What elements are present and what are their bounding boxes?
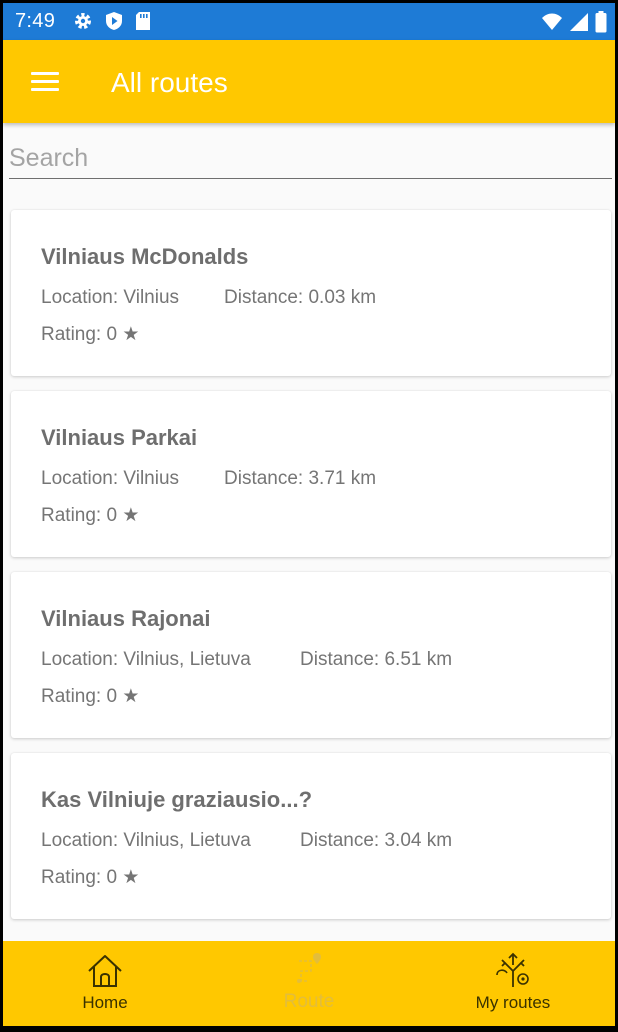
- route-rating: Rating: 0 ★: [41, 686, 140, 707]
- nav-my-routes-label: My routes: [475, 993, 551, 1012]
- nav-home[interactable]: Home: [3, 941, 207, 1026]
- route-card[interactable]: Vilniaus McDonalds Location: Vilnius Dis…: [11, 210, 611, 376]
- route-distance: Distance: 6.51 km: [300, 649, 453, 670]
- bottom-nav: Home Route My routes: [3, 941, 615, 1026]
- route-card[interactable]: Vilniaus Rajonai Location: Vilnius, Liet…: [11, 572, 611, 738]
- hamburger-menu-icon[interactable]: [27, 68, 63, 96]
- route-title: Vilniaus Parkai: [41, 425, 198, 450]
- app-screen: 7:49 All routes Search Vilniaus McDonald…: [3, 3, 615, 1026]
- route-icon: [289, 951, 329, 991]
- search-input[interactable]: [9, 139, 612, 177]
- nav-home-label: Home: [82, 993, 128, 1012]
- route-location: Location: Vilnius: [41, 468, 180, 489]
- page-title: All routes: [111, 67, 228, 98]
- status-bar: 7:49: [3, 3, 615, 40]
- route-title: Kas Vilniuje graziausio...?: [41, 787, 313, 812]
- routes-list-container: Vilniaus McDonalds Location: Vilnius Dis…: [3, 123, 615, 941]
- home-icon: [85, 951, 125, 991]
- battery-icon: [595, 11, 607, 38]
- status-icons-left: [73, 11, 151, 36]
- gear-icon: [73, 11, 93, 36]
- route-rating: Rating: 0 ★: [41, 324, 140, 345]
- search-field: [9, 139, 612, 179]
- shield-play-icon: [105, 11, 123, 36]
- sd-card-icon: [135, 11, 151, 36]
- route-rating: Rating: 0 ★: [41, 867, 140, 888]
- app-bar: All routes: [3, 40, 615, 123]
- signal-icon: [569, 12, 589, 37]
- route-distance: Distance: 3.04 km: [300, 830, 453, 851]
- status-time: 7:49: [15, 10, 56, 32]
- route-card[interactable]: Kas Vilniuje graziausio...? Location: Vi…: [11, 753, 611, 919]
- status-icons-right: [541, 11, 607, 38]
- route-title: Vilniaus McDonalds: [41, 244, 249, 269]
- nav-route[interactable]: Route: [207, 941, 411, 1026]
- wifi-icon: [541, 12, 563, 37]
- route-rating: Rating: 0 ★: [41, 505, 140, 526]
- route-card[interactable]: Vilniaus Parkai Location: Vilnius Distan…: [11, 391, 611, 557]
- nav-my-routes[interactable]: My routes: [411, 941, 615, 1026]
- route-distance: Distance: 0.03 km: [224, 287, 377, 308]
- route-title: Vilniaus Rajonai: [41, 606, 211, 631]
- route-location: Location: Vilnius, Lietuva: [41, 649, 251, 670]
- route-location: Location: Vilnius: [41, 287, 180, 308]
- route-location: Location: Vilnius, Lietuva: [41, 830, 251, 851]
- nav-route-label: Route: [283, 991, 335, 1012]
- route-distance: Distance: 3.71 km: [224, 468, 377, 489]
- my-routes-icon: [493, 951, 533, 991]
